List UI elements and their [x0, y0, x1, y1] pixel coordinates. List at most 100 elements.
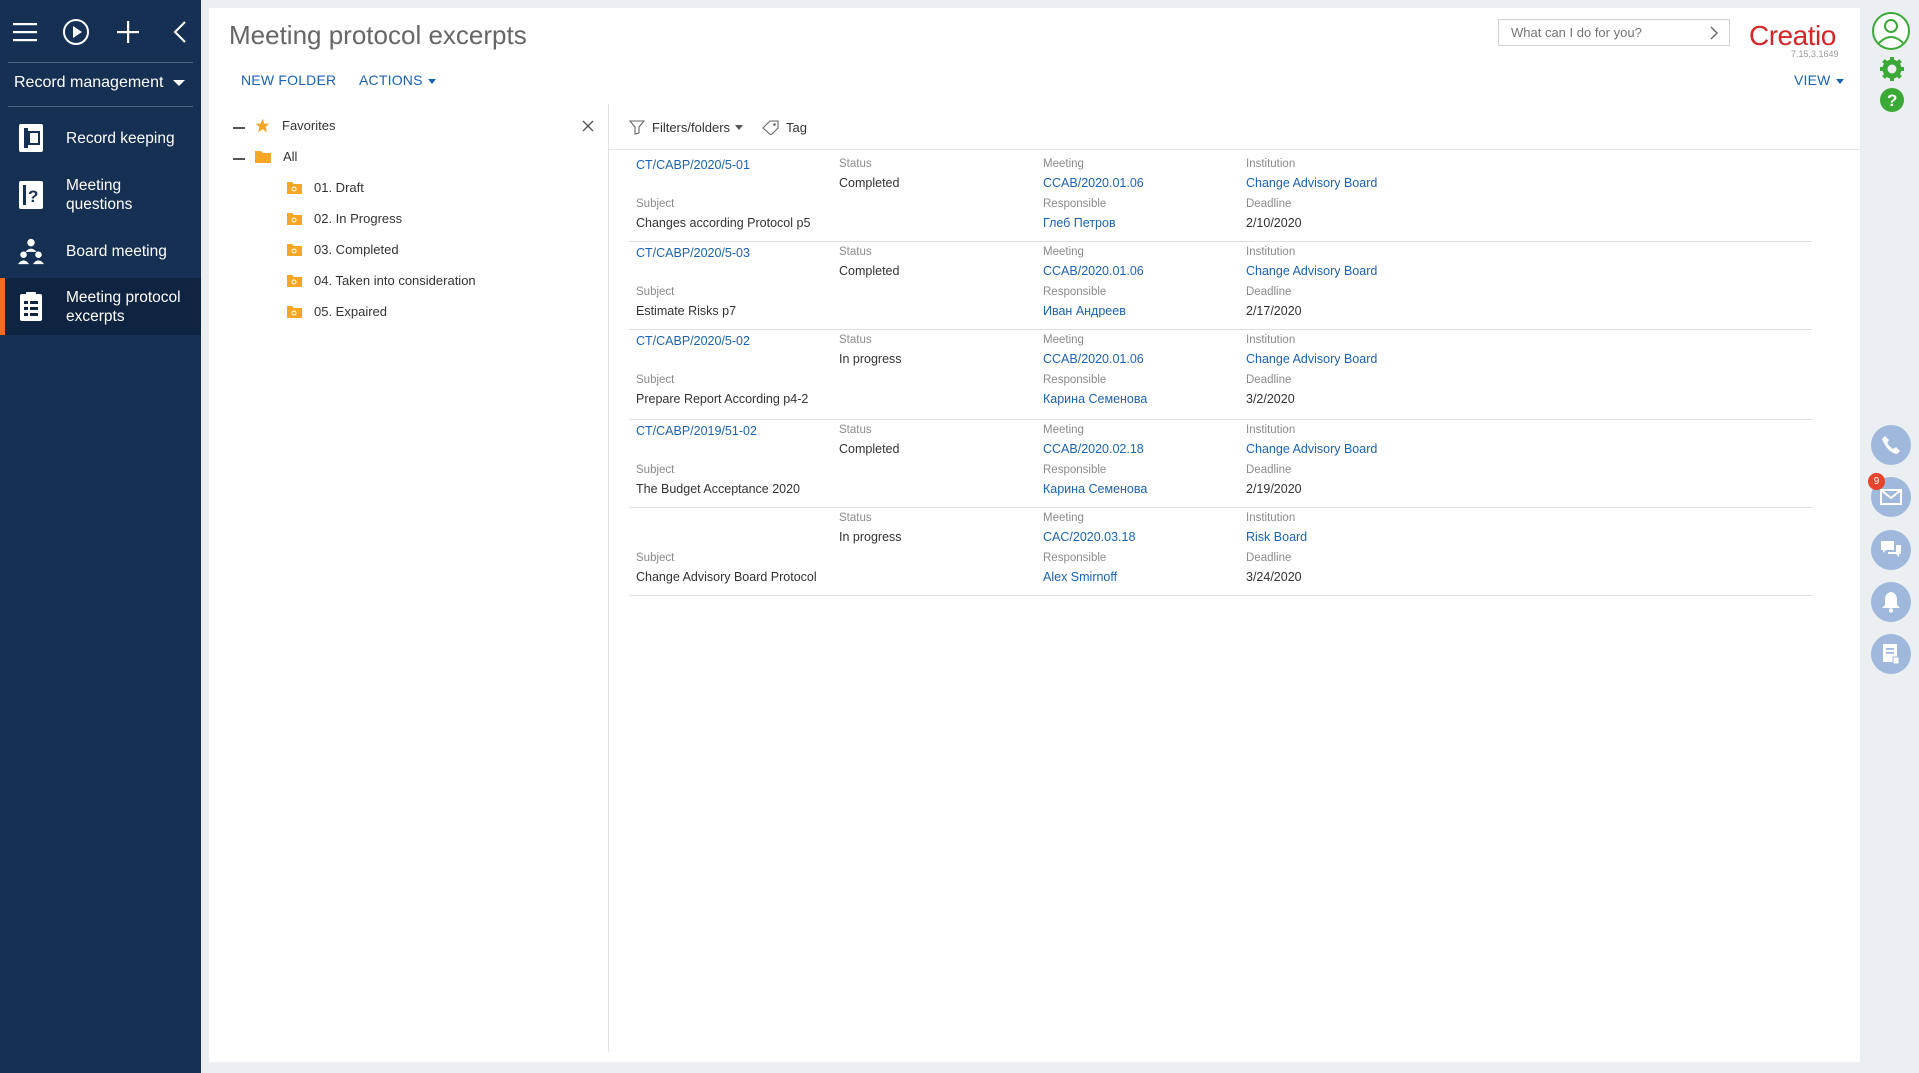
- table-row[interactable]: CT/CABP/2020/5-01 Status Completed Meeti…: [629, 154, 1812, 242]
- add-button[interactable]: [110, 14, 146, 50]
- caret-down-icon: [427, 78, 436, 84]
- table-row[interactable]: Status In progress Meeting CAC/2020.03.1…: [629, 508, 1812, 596]
- folder-label: 04. Taken into consideration: [314, 273, 476, 288]
- collapse-icon[interactable]: [233, 127, 245, 129]
- table-row[interactable]: CT/CABP/2020/5-03 Status Completed Meeti…: [629, 242, 1812, 330]
- deadline-value: 2/10/2020: [1246, 216, 1302, 230]
- filters-folders-button[interactable]: Filters/folders: [629, 120, 744, 135]
- phone-button[interactable]: [1871, 425, 1911, 465]
- status-value: In progress: [839, 530, 902, 544]
- view-button[interactable]: VIEW: [1794, 72, 1844, 88]
- record-number-link[interactable]: CT/CABP/2020/5-03: [636, 246, 750, 260]
- deadline-label: Deadline: [1246, 464, 1292, 476]
- meeting-link[interactable]: CCAB/2020.01.06: [1043, 352, 1144, 366]
- subject-value: Changes according Protocol p5: [636, 216, 811, 230]
- close-icon[interactable]: [582, 120, 594, 132]
- section-selector[interactable]: Record management: [14, 70, 194, 96]
- chat-button[interactable]: [1871, 530, 1911, 570]
- folder-in-progress[interactable]: 02. In Progress: [287, 211, 402, 226]
- search-folder-icon: [287, 213, 302, 225]
- tag-button[interactable]: Tag: [762, 120, 807, 135]
- deadline-label: Deadline: [1246, 552, 1292, 564]
- command-line[interactable]: [1498, 19, 1730, 46]
- profile-button[interactable]: [1871, 11, 1911, 51]
- divider: [8, 106, 193, 107]
- meeting-link[interactable]: CCAB/2020.02.18: [1043, 442, 1144, 456]
- sidebar-item-board-meeting[interactable]: Board meeting: [0, 230, 201, 272]
- board-meeting-icon: [17, 236, 45, 266]
- responsible-link[interactable]: Alex Smirnoff: [1043, 570, 1117, 584]
- sidebar-item-label: Board meeting: [66, 242, 167, 260]
- folder-taken-into-consideration[interactable]: 04. Taken into consideration: [287, 273, 476, 288]
- new-folder-button[interactable]: NEW FOLDER: [241, 72, 336, 88]
- subject-value: Prepare Report According p4-2: [636, 392, 809, 406]
- status-label: Status: [839, 246, 872, 258]
- email-button[interactable]: 9: [1868, 473, 1911, 517]
- institution-label: Institution: [1246, 512, 1296, 524]
- settings-button[interactable]: [1879, 56, 1905, 82]
- folder-label: 03. Completed: [314, 242, 399, 257]
- tasks-button[interactable]: [1871, 634, 1911, 674]
- institution-link[interactable]: Change Advisory Board: [1246, 176, 1377, 190]
- sidebar-item-record-keeping[interactable]: Record keeping: [0, 117, 201, 159]
- page-title: Meeting protocol excerpts: [229, 20, 527, 50]
- filter-icon: [629, 120, 645, 135]
- responsible-link[interactable]: Карина Семенова: [1043, 482, 1147, 496]
- search-folder-icon: [287, 306, 302, 318]
- version-label: 7.15.3.1649: [1791, 49, 1839, 59]
- folder-icon: [255, 151, 271, 163]
- processes-button[interactable]: [58, 14, 94, 50]
- folder-draft[interactable]: 01. Draft: [287, 180, 364, 195]
- meeting-link[interactable]: CAC/2020.03.18: [1043, 530, 1135, 544]
- institution-label: Institution: [1246, 334, 1296, 346]
- search-folder-icon: [287, 244, 302, 256]
- folder-expaired[interactable]: 05. Expaired: [287, 304, 387, 319]
- institution-link[interactable]: Change Advisory Board: [1246, 442, 1377, 456]
- deadline-value: 2/17/2020: [1246, 304, 1302, 318]
- subject-value: Estimate Risks p7: [636, 304, 737, 318]
- meeting-link[interactable]: CCAB/2020.01.06: [1043, 264, 1144, 278]
- notifications-button[interactable]: [1871, 582, 1911, 622]
- collapse-sidebar-button[interactable]: [162, 14, 198, 50]
- table-row[interactable]: CT/CABP/2019/51-02 Status Completed Meet…: [629, 420, 1812, 508]
- folder-favorites[interactable]: Favorites: [255, 118, 335, 133]
- institution-link[interactable]: Risk Board: [1246, 530, 1307, 544]
- subject-label: Subject: [636, 464, 675, 476]
- record-number-link[interactable]: CT/CABP/2020/5-02: [636, 334, 750, 348]
- section-selector-label: Record management: [14, 74, 164, 91]
- sidebar-item-meeting-questions[interactable]: ? Meeting questions: [0, 170, 201, 220]
- hamburger-icon: [13, 23, 37, 42]
- institution-link[interactable]: Change Advisory Board: [1246, 264, 1377, 278]
- status-value: In progress: [839, 352, 902, 366]
- help-button[interactable]: ?: [1879, 87, 1905, 113]
- responsible-link[interactable]: Иван Андреев: [1043, 304, 1126, 318]
- responsible-link[interactable]: Глеб Петров: [1043, 216, 1116, 230]
- record-number-link[interactable]: CT/CABP/2019/51-02: [636, 424, 757, 438]
- record-number-link[interactable]: CT/CABP/2020/5-01: [636, 158, 750, 172]
- collapse-icon[interactable]: [233, 158, 245, 160]
- meeting-link[interactable]: CCAB/2020.01.06: [1043, 176, 1144, 190]
- folder-label: All: [283, 149, 298, 164]
- actions-button[interactable]: ACTIONS: [359, 72, 436, 88]
- task-document-icon: [1883, 644, 1900, 665]
- caret-down-icon: [1835, 78, 1844, 84]
- meeting-label: Meeting: [1043, 424, 1084, 436]
- folder-label: 02. In Progress: [314, 211, 403, 226]
- command-line-input[interactable]: [1509, 24, 1703, 41]
- star-icon: [255, 118, 270, 133]
- chevron-right-icon[interactable]: [1710, 26, 1719, 40]
- folder-completed[interactable]: 03. Completed: [287, 242, 399, 257]
- divider: [609, 149, 1860, 150]
- divider: [8, 62, 193, 63]
- institution-link[interactable]: Change Advisory Board: [1246, 352, 1377, 366]
- menu-button[interactable]: [7, 14, 43, 50]
- sidebar-item-meeting-protocol-excerpts[interactable]: Meeting protocol excerpts: [0, 278, 201, 335]
- table-row[interactable]: CT/CABP/2020/5-02 Status In progress Mee…: [629, 330, 1812, 420]
- status-label: Status: [839, 424, 872, 436]
- folder-all[interactable]: All: [255, 149, 297, 164]
- responsible-link[interactable]: Карина Семенова: [1043, 392, 1147, 406]
- actions-label: ACTIONS: [359, 72, 423, 88]
- protocol-excerpts-icon: [17, 291, 45, 322]
- folder-panel: Favorites All 01. Draft 02. In Progress …: [209, 104, 609, 1052]
- subject-value: The Budget Acceptance 2020: [636, 482, 801, 496]
